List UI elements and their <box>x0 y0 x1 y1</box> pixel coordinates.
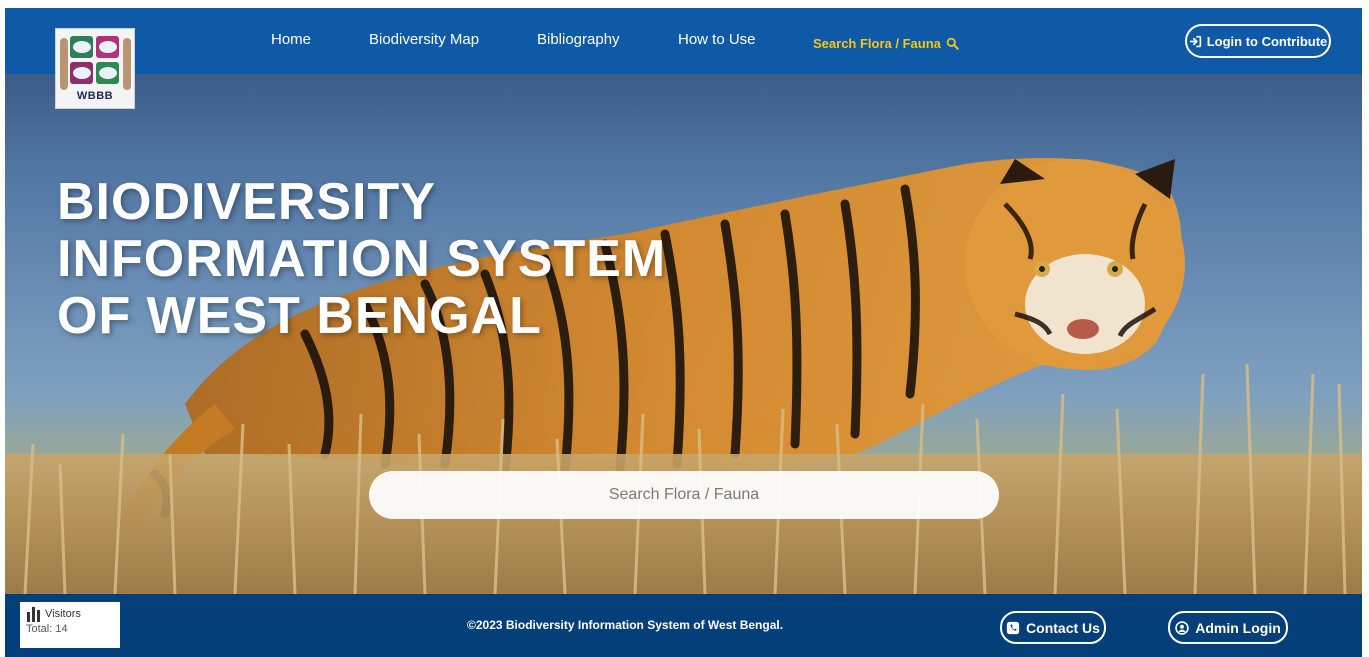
hero-title: BIODIVERSITY INFORMATION SYSTEM OF WEST … <box>57 174 666 345</box>
wbbb-logo[interactable]: WBBB <box>55 28 135 109</box>
admin-login-button[interactable]: Admin Login <box>1168 611 1288 644</box>
logo-hand-left <box>60 38 68 90</box>
nav-how-to-use[interactable]: How to Use <box>678 31 756 51</box>
login-to-contribute-button[interactable]: Login to Contribute <box>1185 24 1331 58</box>
nav-search-label: Search Flora / Fauna <box>813 35 941 51</box>
visitors-total: Total: 14 <box>26 623 68 635</box>
contact-us-label: Contact Us <box>1026 619 1100 636</box>
nav-search-flora-fauna[interactable]: Search Flora / Fauna <box>813 33 959 53</box>
nav-bibliography[interactable]: Bibliography <box>537 31 620 51</box>
user-circle-icon <box>1175 620 1189 635</box>
logo-emblem <box>73 41 91 53</box>
footer: Visitors Total: 14 ©2023 Biodiversity In… <box>5 594 1362 657</box>
nav-biodiversity-map[interactable]: Biodiversity Map <box>369 31 479 51</box>
logo-emblem <box>99 67 117 79</box>
search-flora-fauna-input[interactable] <box>369 471 999 519</box>
sign-in-icon <box>1189 35 1201 47</box>
hero-title-line: BIODIVERSITY <box>57 173 436 231</box>
logo-hand-right <box>123 38 131 90</box>
phone-icon <box>1006 621 1020 634</box>
logo-emblem <box>99 41 117 53</box>
hero-title-line: OF WEST BENGAL <box>57 287 542 345</box>
visitor-counter: Visitors Total: 14 <box>20 602 120 648</box>
login-button-label: Login to Contribute <box>1206 33 1328 49</box>
bar-chart-icon <box>27 607 40 622</box>
page-frame: Home Biodiversity Map Bibliography How t… <box>5 8 1362 657</box>
admin-login-label: Admin Login <box>1195 619 1281 636</box>
contact-us-button[interactable]: Contact Us <box>1000 611 1106 644</box>
search-icon <box>946 37 959 50</box>
top-navbar: Home Biodiversity Map Bibliography How t… <box>5 8 1362 74</box>
copyright-text: ©2023 Biodiversity Information System of… <box>467 618 784 632</box>
logo-text: WBBB <box>76 90 114 102</box>
hero-title-line: INFORMATION SYSTEM <box>57 230 667 288</box>
hero-banner: BIODIVERSITY INFORMATION SYSTEM OF WEST … <box>5 74 1362 594</box>
nav-home[interactable]: Home <box>271 31 311 51</box>
logo-emblem <box>73 67 91 79</box>
visitors-label: Visitors <box>45 608 81 620</box>
